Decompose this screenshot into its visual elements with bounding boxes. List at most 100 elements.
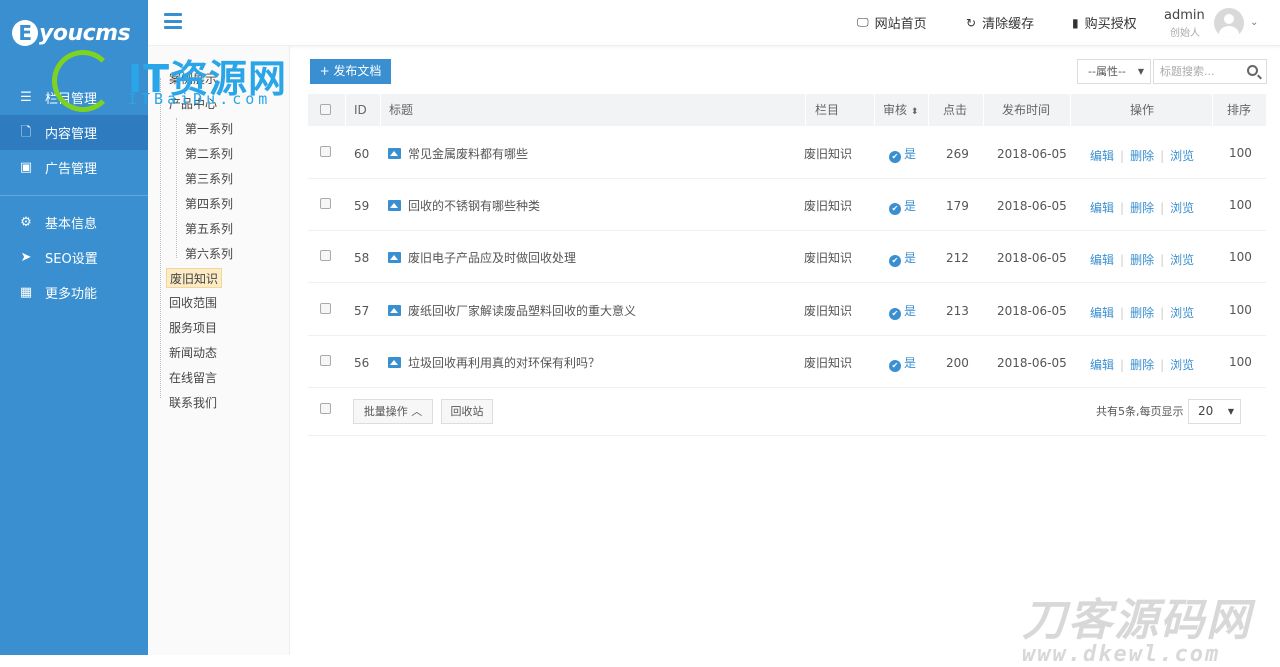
chevron-down-icon[interactable]: ⌄ bbox=[1250, 17, 1258, 28]
menu-toggle-icon[interactable] bbox=[164, 13, 182, 29]
app-logo[interactable]: Eyoucms bbox=[12, 20, 131, 46]
edit-link[interactable]: 编辑 bbox=[1090, 306, 1114, 320]
delete-link[interactable]: 删除 bbox=[1130, 201, 1154, 215]
sidebar-item-ad-manage[interactable]: ▣ 广告管理 bbox=[0, 150, 148, 185]
tree-item[interactable]: 回收范围 bbox=[166, 293, 220, 313]
sidebar-item-label: 栏目管理 bbox=[45, 92, 98, 107]
image-icon bbox=[388, 200, 401, 211]
tree-item[interactable]: 第五系列 bbox=[182, 219, 236, 239]
list-icon: ☰ bbox=[20, 89, 32, 105]
row-clicks: 200 bbox=[946, 356, 969, 370]
select-all-checkbox[interactable] bbox=[320, 104, 331, 115]
sidebar-item-label: 更多功能 bbox=[45, 287, 98, 302]
row-title[interactable]: 垃圾回收再利用真的对环保有利吗？ bbox=[388, 354, 600, 371]
footer-select-all-checkbox[interactable] bbox=[320, 403, 331, 414]
row-sort[interactable]: 100 bbox=[1229, 198, 1252, 212]
caret-down-icon: ▼ bbox=[1227, 407, 1234, 416]
row-audit[interactable]: ✔ 是 bbox=[889, 354, 916, 372]
attribute-select[interactable]: --属性-- ▼ bbox=[1077, 59, 1151, 84]
edit-link[interactable]: 编辑 bbox=[1090, 149, 1114, 163]
tree-item[interactable]: 案例展示 bbox=[166, 69, 220, 89]
tree-item[interactable]: 产品中心 bbox=[166, 94, 220, 114]
batch-operation-button[interactable]: 批量操作 ︿ bbox=[353, 399, 433, 424]
search-icon[interactable] bbox=[1247, 65, 1258, 76]
tree-item[interactable]: 新闻动态 bbox=[166, 343, 220, 363]
separator: | bbox=[1160, 306, 1165, 320]
sidebar-item-seo[interactable]: ➤ SEO设置 bbox=[0, 240, 148, 275]
row-title[interactable]: 回收的不锈钢有哪些种类 bbox=[388, 197, 540, 214]
delete-link[interactable]: 删除 bbox=[1130, 253, 1154, 267]
table-row: 57 废纸回收厂家解读废品塑料回收的重大意义 废旧知识 ✔ 是 213 2018-… bbox=[308, 284, 1266, 336]
tree-item[interactable]: 第六系列 bbox=[182, 244, 236, 264]
row-checkbox[interactable] bbox=[320, 146, 331, 157]
row-column: 废旧知识 bbox=[804, 304, 853, 318]
row-sort[interactable]: 100 bbox=[1229, 355, 1252, 369]
view-link[interactable]: 浏览 bbox=[1170, 201, 1194, 215]
delete-link[interactable]: 删除 bbox=[1130, 358, 1154, 372]
view-link[interactable]: 浏览 bbox=[1170, 253, 1194, 267]
tree-item-selected[interactable]: 废旧知识 bbox=[166, 268, 223, 288]
column-divider bbox=[983, 94, 984, 126]
separator: | bbox=[1120, 306, 1125, 320]
bookmark-icon: ▮ bbox=[1072, 15, 1079, 30]
sidebar-item-label: 基本信息 bbox=[45, 217, 98, 232]
sidebar-item-column-manage[interactable]: ☰ 栏目管理 bbox=[0, 80, 148, 115]
row-title[interactable]: 废纸回收厂家解读废品塑料回收的重大意义 bbox=[388, 302, 636, 319]
row-title-text: 常见金属废料都有哪些 bbox=[408, 147, 529, 161]
view-link[interactable]: 浏览 bbox=[1170, 306, 1194, 320]
row-audit[interactable]: ✔ 是 bbox=[889, 197, 916, 215]
header-audit[interactable]: 审核 ⬍ bbox=[883, 94, 918, 126]
delete-link[interactable]: 删除 bbox=[1130, 306, 1154, 320]
edit-link[interactable]: 编辑 bbox=[1090, 358, 1114, 372]
row-title[interactable]: 废旧电子产品应及时做回收处理 bbox=[388, 249, 576, 266]
buy-license-link[interactable]: ▮ 购买授权 bbox=[1072, 13, 1137, 33]
tree-connector-line bbox=[160, 78, 161, 398]
title-search-input[interactable] bbox=[1154, 60, 1240, 83]
sidebar-item-basic-info[interactable]: ⚙ 基本信息 bbox=[0, 205, 148, 240]
row-sort[interactable]: 100 bbox=[1229, 146, 1252, 160]
tree-item[interactable]: 联系我们 bbox=[166, 393, 220, 413]
row-date: 2018-06-05 bbox=[997, 251, 1067, 265]
recycle-bin-button[interactable]: 回收站 bbox=[441, 399, 493, 424]
refresh-icon: ↻ bbox=[966, 15, 977, 30]
header-audit-label: 审核 bbox=[883, 103, 908, 117]
edit-link[interactable]: 编辑 bbox=[1090, 253, 1114, 267]
image-icon bbox=[388, 148, 401, 159]
logo-text: youcms bbox=[39, 21, 131, 46]
tree-item[interactable]: 服务项目 bbox=[166, 318, 220, 338]
row-audit[interactable]: ✔ 是 bbox=[889, 302, 916, 320]
avatar[interactable] bbox=[1214, 8, 1244, 38]
tree-item[interactable]: 在线留言 bbox=[166, 368, 220, 388]
delete-link[interactable]: 删除 bbox=[1130, 149, 1154, 163]
row-checkbox[interactable] bbox=[320, 250, 331, 261]
user-name[interactable]: admin bbox=[1164, 8, 1205, 23]
row-ops: 编辑 | 删除 | 浏览 bbox=[1090, 304, 1194, 321]
page-size-select[interactable]: 20 ▼ bbox=[1188, 399, 1241, 424]
edit-link[interactable]: 编辑 bbox=[1090, 201, 1114, 215]
row-sort[interactable]: 100 bbox=[1229, 303, 1252, 317]
sidebar-item-more[interactable]: ▦ 更多功能 bbox=[0, 275, 148, 310]
row-audit[interactable]: ✔ 是 bbox=[889, 249, 916, 267]
row-sort[interactable]: 100 bbox=[1229, 250, 1252, 264]
sort-icon: ⬍ bbox=[910, 107, 919, 117]
row-checkbox[interactable] bbox=[320, 303, 331, 314]
row-checkbox[interactable] bbox=[320, 198, 331, 209]
row-title-text: 垃圾回收再利用真的对环保有利吗？ bbox=[408, 356, 601, 370]
image-icon bbox=[388, 357, 401, 368]
tree-item[interactable]: 第三系列 bbox=[182, 169, 236, 189]
row-audit-text: 是 bbox=[904, 356, 917, 370]
clear-cache-link[interactable]: ↻ 清除缓存 bbox=[966, 13, 1034, 33]
tree-item[interactable]: 第四系列 bbox=[182, 194, 236, 214]
tree-item[interactable]: 第一系列 bbox=[182, 119, 236, 139]
row-title[interactable]: 常见金属废料都有哪些 bbox=[388, 145, 528, 162]
tree-connector-line bbox=[176, 118, 177, 258]
tree-item[interactable]: 第二系列 bbox=[182, 144, 236, 164]
site-home-link[interactable]: 🖵 网站首页 bbox=[857, 13, 927, 32]
watermark-text: 刀客源码网 bbox=[1022, 595, 1252, 646]
row-audit[interactable]: ✔ 是 bbox=[889, 145, 916, 163]
view-link[interactable]: 浏览 bbox=[1170, 149, 1194, 163]
publish-document-button[interactable]: + 发布文档 bbox=[310, 59, 391, 84]
view-link[interactable]: 浏览 bbox=[1170, 358, 1194, 372]
row-checkbox[interactable] bbox=[320, 355, 331, 366]
sidebar-item-content-manage[interactable]: 🗋 内容管理 bbox=[0, 115, 148, 150]
